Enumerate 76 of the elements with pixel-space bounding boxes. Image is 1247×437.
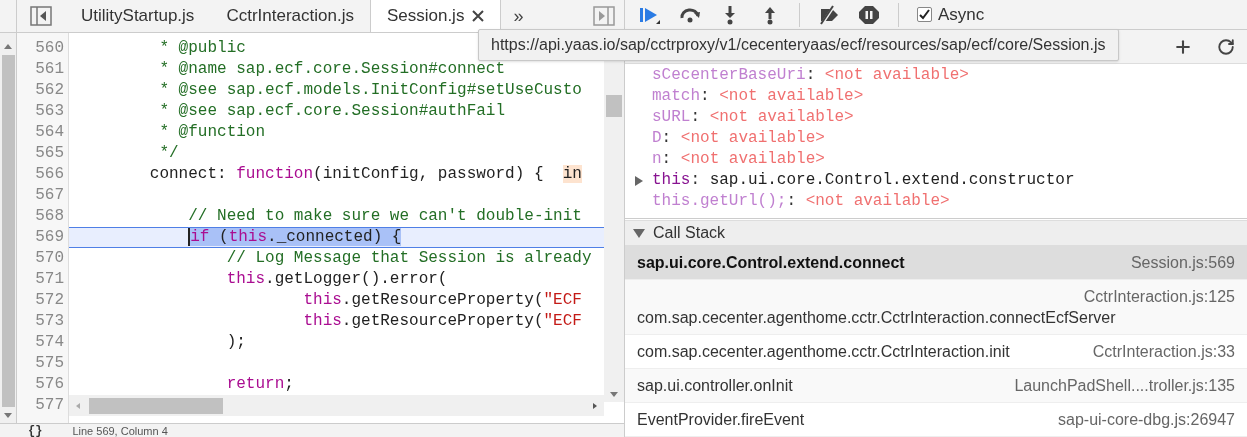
editor-tab[interactable]: UtilityStartup.js (65, 0, 211, 32)
line-number: 574 (34, 332, 64, 353)
file-location[interactable]: Session.js:569 (1130, 252, 1235, 273)
line-number: 576 (34, 374, 64, 395)
async-checkbox[interactable] (917, 7, 932, 22)
refresh-icon[interactable] (1217, 37, 1235, 56)
code-line: return; (225, 374, 295, 395)
code-line: this.getResourceProperty("ECF (302, 290, 583, 311)
line-number: 573 (34, 311, 64, 332)
line-number: 570 (34, 248, 64, 269)
code-line: * @function (158, 122, 267, 143)
async-label: Async (938, 3, 985, 26)
line-number: 569 (34, 227, 64, 248)
code-line: */ (158, 143, 180, 164)
scope-variable: match: <not available> (652, 86, 864, 107)
line-number: 568 (34, 206, 64, 227)
scope-variable: this: sap.ui.core.Control.extend.constructor (652, 170, 1075, 191)
scrollbar-thumb[interactable] (606, 95, 622, 117)
cursor-position: Line 569, Column 4 (72, 424, 168, 437)
line-number: 565 (34, 143, 64, 164)
line-number: 563 (34, 101, 64, 122)
file-location[interactable]: sap-ui-core-dbg.js:26947 (1058, 409, 1235, 430)
close-icon[interactable] (472, 10, 485, 22)
scope-variable: sURL: <not available> (652, 107, 854, 128)
function-name: EventProvider.fireEvent (637, 410, 805, 430)
editor-tab[interactable]: Session.js (369, 0, 502, 32)
file-location[interactable]: CctrInteraction.js:33 (1092, 341, 1235, 362)
line-number: 560 (34, 38, 64, 59)
scope-variable: sCecenterBaseUri: <not available> (652, 65, 969, 86)
code-line: connect: function(initConfig, password) { in (148, 164, 583, 185)
function-name: com.sap.cecenter.agenthome.cctr.CctrInteraction.connectEcfServer (637, 308, 1116, 328)
pretty-print-button[interactable]: {} (28, 424, 43, 437)
code-line: ); (225, 332, 247, 353)
scroll-down-icon[interactable] (3, 411, 13, 419)
sidebar-toggle-icon[interactable] (30, 6, 52, 26)
scope-variable: this.getUrl();: <not available> (652, 191, 950, 212)
deactivate-breakpoints-icon[interactable] (818, 4, 840, 25)
line-number: 575 (34, 353, 64, 374)
scroll-down-icon[interactable] (609, 390, 619, 398)
code-line: * @name sap.ecf.core.Session#connect (158, 59, 507, 80)
line-number: 564 (34, 122, 64, 143)
more-tabs-button[interactable]: » (501, 0, 536, 32)
call-stack-frame[interactable]: sap.ui.controller.onInit LaunchPadShell....troller.js:135 (625, 369, 1247, 403)
tooltip: https://api.yaas.io/sap/cctrproxy/v1/cecenteryaas/ecf/resources/sap/ecf/core/Session.js (478, 29, 1119, 61)
code-line: * @see sap.ecf.models.InitConfig#setUseCusto (158, 80, 583, 101)
horizontal-scrollbar[interactable] (69, 395, 604, 416)
function-name: sap.ui.core.Control.extend.connect (637, 253, 905, 273)
line-number: 577 (34, 395, 64, 416)
scrollbar[interactable] (0, 33, 17, 423)
scope-variable: n: <not available> (652, 149, 825, 170)
collapse-arrow-icon[interactable] (633, 228, 645, 238)
code-line: // Log Message that Session is already (225, 248, 593, 269)
code-line: this.getResourceProperty("ECF (302, 311, 583, 332)
line-number: 571 (34, 269, 64, 290)
line-number: 561 (34, 59, 64, 80)
code-line: // Need to make sure we can't double-init (187, 206, 583, 227)
expand-arrow-icon[interactable] (633, 174, 644, 187)
line-number: 567 (34, 185, 64, 206)
file-location[interactable]: LaunchPadShell....troller.js:135 (1014, 375, 1235, 396)
line-number: 562 (34, 80, 64, 101)
function-name: com.sap.cecenter.agenthome.cctr.CctrInteraction.init (637, 342, 1010, 362)
line-number: 572 (34, 290, 64, 311)
scope-variable: D: <not available> (652, 128, 825, 149)
function-name: sap.ui.controller.onInit (637, 376, 793, 396)
call-stack-header[interactable]: Call Stack (625, 220, 1247, 246)
editor-tab[interactable]: CctrInteraction.js (210, 0, 370, 32)
call-stack-frame[interactable]: sap.ui.core.Control.extend.connect Session.js:569 (625, 246, 1247, 280)
file-location[interactable]: CctrInteraction.js:125 (1083, 286, 1235, 307)
pause-icon[interactable] (858, 4, 880, 25)
line-number: 566 (34, 164, 64, 185)
panel-toggle-icon[interactable] (593, 6, 615, 26)
scroll-up-icon[interactable] (3, 43, 13, 51)
code-line: * @see sap.ecf.core.Session#authFail (158, 101, 507, 122)
call-stack-frame[interactable]: CctrInteraction.js:125 com.sap.cecenter.agenthome.cctr.CctrInteraction.connectEcfServer (625, 280, 1247, 335)
code-line: this.getLogger().error( (225, 269, 449, 290)
scroll-right-icon[interactable] (592, 401, 598, 410)
